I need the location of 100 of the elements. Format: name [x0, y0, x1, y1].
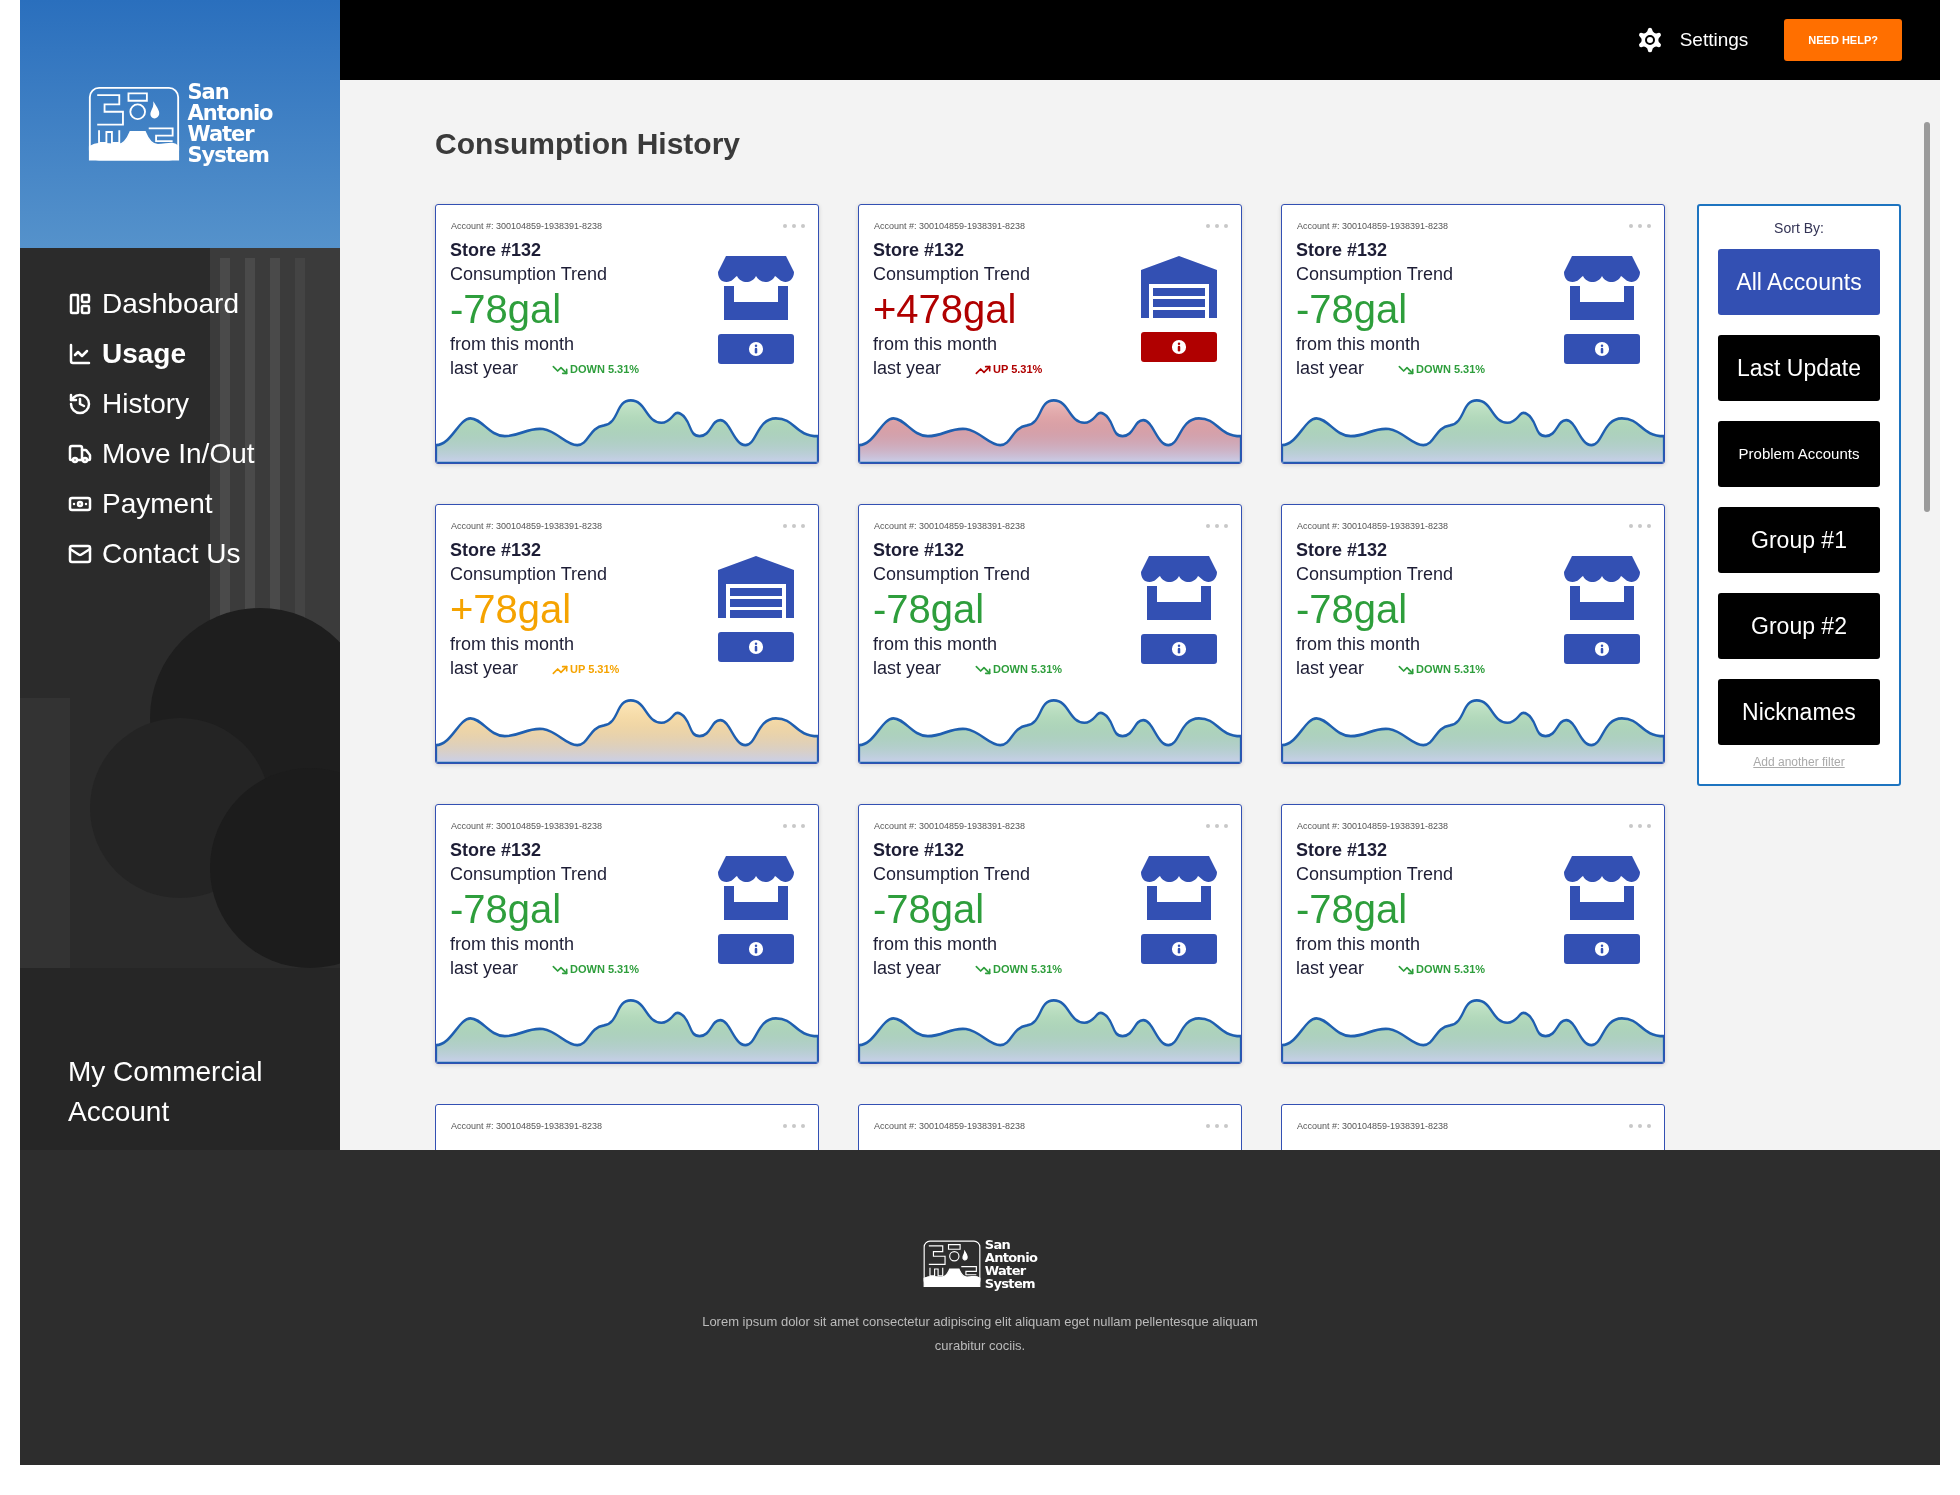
account-type-label: My Commercial Account — [68, 1055, 264, 1129]
more-icon[interactable] — [1206, 1124, 1228, 1128]
card-subtitle: Consumption Trend — [1296, 562, 1455, 586]
warehouse-icon — [1141, 255, 1217, 318]
comparison-text: from this month — [450, 932, 576, 956]
sort-option[interactable]: Problem Accounts — [1718, 421, 1880, 487]
consumption-value: -78gal — [450, 285, 563, 332]
footer-text: Lorem ipsum dolor sit amet consectetur adipiscing elit aliquam eget nullam pellentesque aliquam curabitur cociis. — [701, 1313, 1259, 1355]
account-number: Account #: 300104859-1938391-8238 — [1297, 1120, 1449, 1133]
consumption-value: -78gal — [873, 885, 986, 932]
logo-text: Antonio — [984, 1251, 1038, 1264]
account-number: Account #: 300104859-1938391-8238 — [874, 820, 1026, 833]
info-button[interactable] — [718, 933, 794, 964]
nav-item[interactable]: History — [68, 386, 340, 422]
comparison-text: from this month — [873, 632, 999, 656]
more-icon[interactable] — [1629, 1124, 1651, 1128]
info-button[interactable] — [1564, 933, 1640, 964]
store-icon — [1564, 555, 1640, 620]
store-name: Store #132 — [1296, 838, 1389, 862]
card-subtitle: Consumption Trend — [450, 862, 609, 886]
nav-icon — [68, 542, 92, 566]
store-name: Store #132 — [1296, 538, 1389, 562]
info-button[interactable] — [1141, 633, 1217, 664]
sort-option[interactable]: Group #1 — [1718, 507, 1880, 573]
nav-icon — [68, 392, 92, 416]
trend-indicator: DOWN 5.31% — [1398, 961, 1486, 978]
card-subtitle: Consumption Trend — [873, 862, 1032, 886]
info-button[interactable] — [718, 631, 794, 662]
nav-item[interactable]: Dashboard — [68, 286, 340, 322]
more-icon[interactable] — [1629, 824, 1651, 828]
more-icon[interactable] — [1629, 524, 1651, 528]
trend-indicator: UP 5.31% — [552, 661, 620, 678]
info-button[interactable] — [1564, 333, 1640, 364]
logo-mark-icon — [922, 1239, 981, 1289]
trend-indicator: DOWN 5.31% — [1398, 361, 1486, 378]
settings-link[interactable]: Settings — [1633, 24, 1749, 56]
sort-option[interactable]: Group #2 — [1718, 593, 1880, 659]
account-number: Account #: 300104859-1938391-8238 — [451, 1120, 603, 1133]
sort-option[interactable]: Nicknames — [1718, 679, 1880, 745]
comparison-text: last year — [1296, 656, 1365, 680]
nav-icon — [68, 442, 92, 466]
more-icon[interactable] — [783, 224, 805, 228]
nav-item[interactable]: Move In/Out — [68, 436, 340, 472]
comparison-text: last year — [873, 956, 942, 980]
comparison-text: last year — [1296, 356, 1365, 380]
trend-indicator: DOWN 5.31% — [1398, 661, 1486, 678]
consumption-value: -78gal — [1296, 585, 1409, 632]
card-subtitle: Consumption Trend — [873, 262, 1032, 286]
card-subtitle: Consumption Trend — [1296, 262, 1455, 286]
account-number: Account #: 300104859-1938391-8238 — [1297, 220, 1449, 233]
store-icon — [718, 255, 794, 320]
nav-item[interactable]: Usage — [68, 336, 340, 372]
more-icon[interactable] — [1206, 224, 1228, 228]
store-icon — [1564, 255, 1640, 320]
more-icon[interactable] — [783, 824, 805, 828]
store-name: Store #132 — [873, 838, 966, 862]
more-icon[interactable] — [1206, 824, 1228, 828]
store-name: Store #132 — [450, 238, 543, 262]
sort-option[interactable]: Last Update — [1718, 335, 1880, 401]
logo-text: Water — [187, 124, 256, 145]
comparison-text: last year — [450, 656, 519, 680]
consumption-value: -78gal — [1296, 285, 1409, 332]
comparison-text: from this month — [450, 632, 576, 656]
more-icon[interactable] — [1206, 524, 1228, 528]
comparison-text: last year — [1296, 956, 1365, 980]
more-icon[interactable] — [783, 524, 805, 528]
sort-option[interactable]: All Accounts — [1718, 249, 1880, 315]
store-icon — [1564, 855, 1640, 920]
info-button[interactable] — [718, 333, 794, 364]
sort-label: Sort By: — [1774, 219, 1824, 238]
account-number: Account #: 300104859-1938391-8238 — [451, 220, 603, 233]
info-button[interactable] — [1141, 933, 1217, 964]
logo-mark-icon — [87, 85, 180, 163]
account-number: Account #: 300104859-1938391-8238 — [874, 220, 1026, 233]
consumption-value: -78gal — [1296, 885, 1409, 932]
more-icon[interactable] — [783, 1124, 805, 1128]
trend-indicator: DOWN 5.31% — [975, 661, 1063, 678]
nav-item[interactable]: Payment — [68, 486, 340, 522]
comparison-text: from this month — [873, 932, 999, 956]
logo-text: Antonio — [187, 103, 273, 124]
consumption-value: +478gal — [873, 285, 1018, 332]
store-icon — [1141, 855, 1217, 920]
comparison-text: from this month — [1296, 332, 1422, 356]
card-subtitle: Consumption Trend — [450, 562, 609, 586]
trend-indicator: DOWN 5.31% — [552, 361, 640, 378]
more-icon[interactable] — [1629, 224, 1651, 228]
trend-indicator: DOWN 5.31% — [552, 961, 640, 978]
comparison-text: last year — [450, 956, 519, 980]
nav-icon — [68, 342, 92, 366]
info-button[interactable] — [1141, 331, 1217, 362]
comparison-text: from this month — [450, 332, 576, 356]
logo-text: System — [187, 145, 270, 166]
account-number: Account #: 300104859-1938391-8238 — [451, 520, 603, 533]
info-button[interactable] — [1564, 633, 1640, 664]
card-subtitle: Consumption Trend — [1296, 862, 1455, 886]
nav-icon — [68, 292, 92, 316]
card-subtitle: Consumption Trend — [450, 262, 609, 286]
account-number: Account #: 300104859-1938391-8238 — [874, 520, 1026, 533]
comparison-text: last year — [450, 356, 519, 380]
nav-item[interactable]: Contact Us — [68, 536, 340, 572]
